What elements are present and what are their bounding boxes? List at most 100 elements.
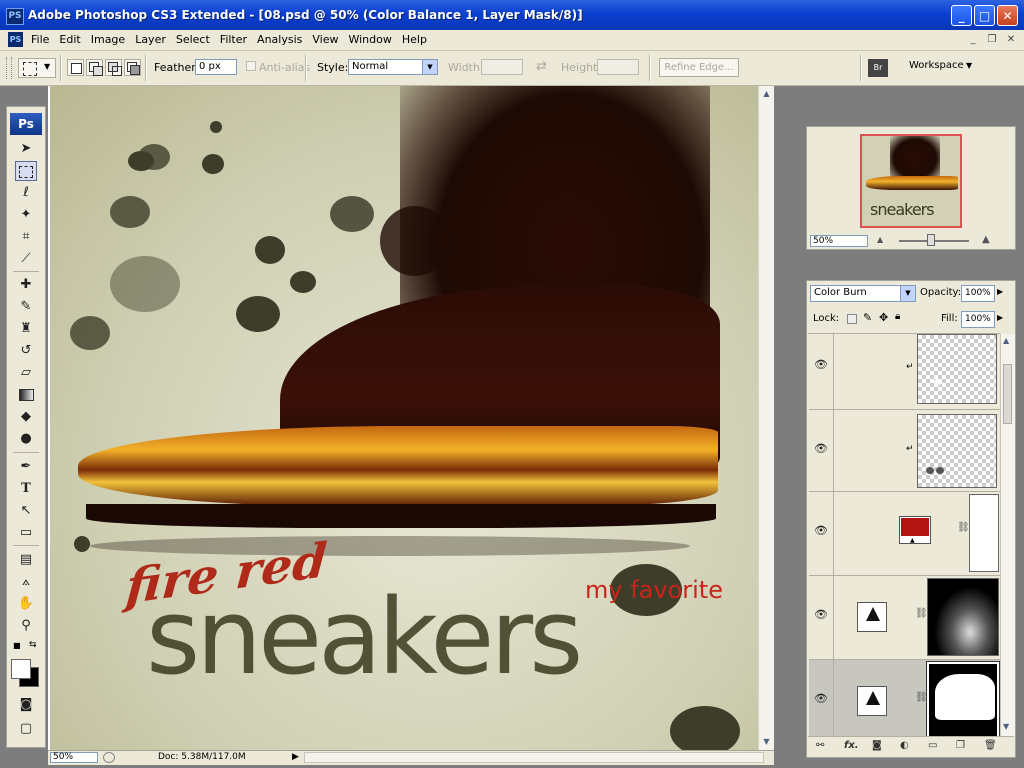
close-button[interactable]: ✕ — [997, 5, 1018, 26]
fx-icon[interactable]: fx. — [844, 740, 859, 751]
style-select[interactable]: Normal ▼ — [348, 59, 438, 75]
link-icon[interactable]: ⛓ — [957, 522, 970, 536]
eye-icon[interactable]: 👁︎ — [814, 443, 828, 454]
horizontal-scrollbar[interactable] — [304, 752, 764, 763]
menu-analysis[interactable]: Analysis — [252, 33, 307, 46]
link-icon[interactable]: ⛓ — [915, 608, 928, 622]
zoom-tool-icon[interactable]: ⚲ — [15, 616, 37, 636]
menu-filter[interactable]: Filter — [215, 33, 252, 46]
lock-pixels-icon[interactable]: ✎ — [863, 311, 872, 324]
default-colors-icon[interactable]: ■ — [13, 641, 21, 650]
navigator-thumbnail[interactable]: sneakers — [860, 134, 962, 228]
zoom-field[interactable]: 50% — [50, 752, 98, 763]
crop-tool-icon[interactable]: ⌗ — [15, 227, 37, 247]
navigator-zoom-field[interactable]: 50% — [810, 235, 868, 247]
doc-restore-button[interactable]: ❐ — [985, 33, 999, 46]
status-arrow-icon[interactable]: ▶ — [292, 752, 299, 762]
height-input[interactable] — [597, 59, 639, 75]
slider-thumb[interactable] — [927, 234, 935, 246]
layer-row[interactable]: 👁︎ ↵ — [809, 410, 1000, 492]
healing-brush-tool-icon[interactable]: ✚ — [15, 275, 37, 295]
zoom-out-icon[interactable]: ▲ — [877, 235, 883, 244]
group-icon[interactable]: ▭ — [928, 740, 937, 751]
scroll-down-icon[interactable]: ▼ — [761, 736, 772, 747]
eyedropper-tool-icon[interactable]: ⟑ — [15, 572, 37, 592]
lock-transparency-icon[interactable] — [847, 314, 857, 324]
trash-icon[interactable]: 🗑︎ — [984, 740, 997, 751]
marquee-tool-icon[interactable] — [15, 161, 37, 181]
layers-scrollbar[interactable]: ▲ ▼ — [1000, 334, 1015, 737]
menu-view[interactable]: View — [307, 33, 343, 46]
gradient-tool-icon[interactable] — [15, 385, 37, 405]
type-tool-icon[interactable]: T — [15, 479, 37, 499]
link-layers-icon[interactable]: ⚯ — [816, 740, 824, 751]
blur-tool-icon[interactable]: ◆ — [15, 407, 37, 427]
scroll-thumb[interactable] — [1003, 364, 1012, 424]
workspace-button[interactable]: Workspace ▼ — [903, 57, 983, 79]
menu-help[interactable]: Help — [397, 33, 432, 46]
subtract-selection-button[interactable] — [105, 59, 122, 76]
history-brush-tool-icon[interactable]: ↺ — [15, 341, 37, 361]
quick-mask-icon[interactable]: ◙ — [15, 695, 37, 715]
link-icon[interactable]: ⛓ — [915, 692, 928, 706]
document-icon[interactable]: PS — [8, 32, 23, 47]
layer-row[interactable]: 👁︎ ↵ — [809, 334, 1000, 410]
photoshop-logo[interactable]: Ps — [10, 113, 42, 135]
menu-window[interactable]: Window — [343, 33, 396, 46]
image-canvas[interactable]: fire red sneakers my favorite — [50, 86, 758, 750]
bridge-icon[interactable]: Br — [868, 59, 888, 77]
screen-mode-icon[interactable]: ▢ — [15, 719, 37, 739]
grip-handle[interactable] — [6, 57, 12, 79]
swap-colors-icon[interactable]: ⇆ — [29, 640, 37, 650]
zoom-in-icon[interactable]: ▲ — [982, 234, 990, 245]
menu-edit[interactable]: Edit — [54, 33, 85, 46]
dodge-tool-icon[interactable]: ● — [15, 429, 37, 449]
new-layer-icon[interactable]: ❐ — [956, 740, 965, 751]
lock-position-icon[interactable]: ✥ — [879, 311, 888, 324]
clone-stamp-tool-icon[interactable]: ♜ — [15, 319, 37, 339]
menu-image[interactable]: Image — [86, 33, 130, 46]
shape-tool-icon[interactable]: ▭ — [15, 523, 37, 543]
opacity-arrow-icon[interactable]: ▶ — [997, 287, 1003, 296]
lasso-tool-icon[interactable]: ℓ — [15, 183, 37, 203]
fill-input[interactable]: 100% — [961, 311, 995, 328]
tool-preset-picker[interactable]: ▼ — [18, 58, 56, 78]
foreground-color-swatch[interactable] — [11, 659, 31, 679]
opacity-input[interactable]: 100% — [961, 285, 995, 302]
layer-row[interactable]: 👁︎ ▲ ⛓ — [809, 492, 1000, 576]
eye-icon[interactable]: 👁︎ — [814, 359, 828, 370]
new-selection-button[interactable] — [67, 59, 84, 76]
app-icon[interactable]: PS — [6, 8, 24, 25]
lock-all-icon[interactable]: 🔒︎ — [895, 311, 900, 322]
intersect-selection-button[interactable] — [124, 59, 141, 76]
maximize-button[interactable]: □ — [974, 5, 995, 26]
minimize-button[interactable]: _ — [951, 5, 972, 26]
doc-close-button[interactable]: ✕ — [1004, 33, 1018, 46]
slice-tool-icon[interactable]: ⟋ — [15, 249, 37, 269]
eraser-tool-icon[interactable]: ▱ — [15, 363, 37, 383]
scroll-up-icon[interactable]: ▲ — [761, 88, 772, 99]
layer-row-selected[interactable]: 👁︎ ⛓ — [809, 660, 1000, 737]
menu-select[interactable]: Select — [171, 33, 215, 46]
adjustment-icon[interactable]: ◐ — [900, 740, 909, 751]
brush-tool-icon[interactable]: ✎ — [15, 297, 37, 317]
notes-tool-icon[interactable]: ▤ — [15, 550, 37, 570]
add-selection-button[interactable] — [86, 59, 103, 76]
pen-tool-icon[interactable]: ✒ — [15, 457, 37, 477]
blend-mode-select[interactable]: Color Burn ▼ — [810, 285, 916, 302]
move-tool-icon[interactable]: ➤ — [15, 139, 37, 159]
swap-icon[interactable]: ⇄ — [536, 59, 547, 74]
refine-edge-button[interactable]: Refine Edge... — [659, 58, 739, 77]
eye-icon[interactable]: 👁︎ — [814, 609, 828, 620]
path-selection-tool-icon[interactable]: ↖ — [15, 501, 37, 521]
feather-input[interactable]: 0 px — [195, 59, 237, 75]
status-menu-icon[interactable] — [103, 752, 115, 763]
scroll-up-icon[interactable]: ▲ — [1003, 336, 1009, 345]
fill-arrow-icon[interactable]: ▶ — [997, 313, 1003, 322]
magic-wand-tool-icon[interactable]: ✦ — [15, 205, 37, 225]
scroll-down-icon[interactable]: ▼ — [1003, 722, 1009, 731]
menu-file[interactable]: File — [26, 33, 54, 46]
doc-minimize-button[interactable]: _ — [966, 33, 980, 46]
hand-tool-icon[interactable]: ✋ — [15, 594, 37, 614]
layer-row[interactable]: 👁︎ ⛓ — [809, 576, 1000, 660]
